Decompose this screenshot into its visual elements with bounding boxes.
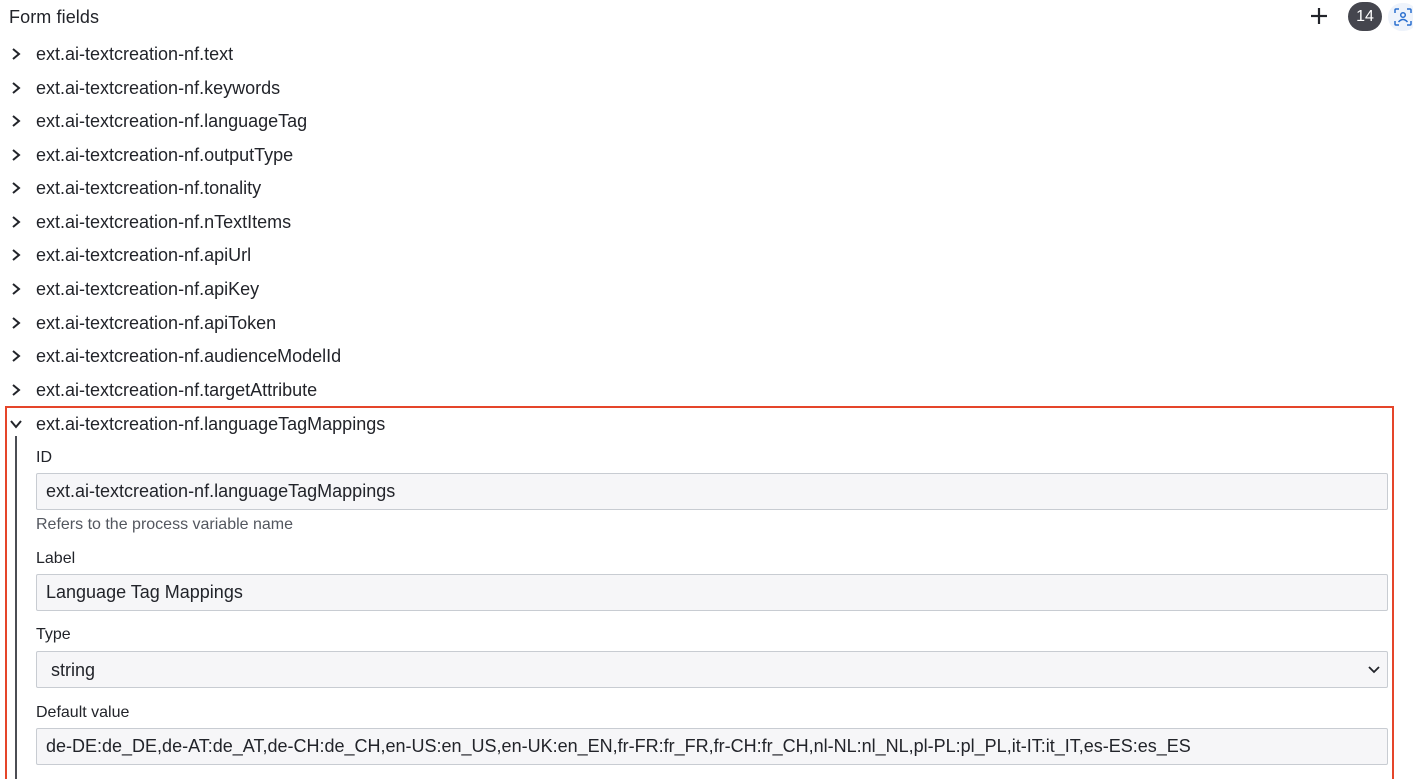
form-field-label: ext.ai-textcreation-nf.tonality <box>36 178 262 198</box>
id-helper-text: Refers to the process variable name <box>36 516 294 533</box>
form-field-item[interactable]: ext.ai-textcreation-nf.text <box>0 39 1400 69</box>
type-select[interactable]: string <box>36 651 1388 688</box>
form-field-label: ext.ai-textcreation-nf.keywords <box>36 78 281 98</box>
chevron-down-icon <box>10 420 22 429</box>
form-field-label: ext.ai-textcreation-nf.apiToken <box>36 313 277 333</box>
type-select-value: string <box>51 660 96 680</box>
id-input[interactable] <box>36 473 1388 510</box>
form-field-label: ext.ai-textcreation-nf.languageTag <box>36 111 308 131</box>
form-field-label: ext.ai-textcreation-nf.apiKey <box>36 279 260 299</box>
form-field-label: ext.ai-textcreation-nf.audienceModelId <box>36 346 342 366</box>
form-field-label: ext.ai-textcreation-nf.apiUrl <box>36 245 252 265</box>
form-field-label: ext.ai-textcreation-nf.targetAttribute <box>36 380 318 400</box>
form-field-item[interactable]: ext.ai-textcreation-nf.languageTag <box>0 106 1400 136</box>
label-input[interactable] <box>36 574 1388 611</box>
form-field-label: ext.ai-textcreation-nf.languageTagMappin… <box>36 414 386 434</box>
id-field-label: ID <box>36 449 52 466</box>
form-field-item[interactable]: ext.ai-textcreation-nf.apiToken <box>0 308 1400 338</box>
chevron-right-icon <box>12 82 21 94</box>
form-field-item[interactable]: ext.ai-textcreation-nf.apiKey <box>0 274 1400 304</box>
chevron-right-icon <box>12 317 21 329</box>
form-field-item[interactable]: ext.ai-textcreation-nf.keywords <box>0 73 1400 103</box>
chevron-right-icon <box>12 149 21 161</box>
form-field-label: ext.ai-textcreation-nf.text <box>36 44 234 64</box>
form-field-item[interactable]: ext.ai-textcreation-nf.audienceModelId <box>0 341 1400 371</box>
panel-header: Form fields 14 <box>0 0 1413 34</box>
focus-scan-button[interactable] <box>1388 3 1413 31</box>
form-field-item[interactable]: ext.ai-textcreation-nf.apiUrl <box>0 240 1400 270</box>
expanded-indent-bar <box>15 436 17 779</box>
field-count-badge: 14 <box>1348 2 1382 31</box>
form-field-label: ext.ai-textcreation-nf.nTextItems <box>36 212 292 232</box>
chevron-right-icon <box>12 182 21 194</box>
panel-title: Form fields <box>9 7 100 27</box>
chevron-right-icon <box>12 216 21 228</box>
chevron-down-icon <box>1368 666 1380 674</box>
form-fields-panel: Form fields 14 ext.ai-textcreation-nf.te… <box>0 0 1413 779</box>
default-value-input[interactable] <box>36 728 1388 765</box>
form-field-item[interactable]: ext.ai-textcreation-nf.outputType <box>0 140 1400 170</box>
focus-scan-icon <box>1394 8 1412 26</box>
form-field-item[interactable]: ext.ai-textcreation-nf.targetAttribute <box>0 375 1400 405</box>
form-field-item[interactable]: ext.ai-textcreation-nf.tonality <box>0 173 1400 203</box>
default-value-field-label: Default value <box>36 704 130 721</box>
chevron-right-icon <box>12 384 21 396</box>
chevron-right-icon <box>12 283 21 295</box>
chevron-right-icon <box>12 115 21 127</box>
type-field-label: Type <box>36 626 71 643</box>
plus-icon <box>1311 8 1327 24</box>
add-form-field-button[interactable] <box>1306 3 1332 29</box>
chevron-right-icon <box>12 350 21 362</box>
form-field-item-expanded[interactable]: ext.ai-textcreation-nf.languageTagMappin… <box>0 409 1400 439</box>
chevron-right-icon <box>12 249 21 261</box>
form-field-label: ext.ai-textcreation-nf.outputType <box>36 145 294 165</box>
form-field-item[interactable]: ext.ai-textcreation-nf.nTextItems <box>0 207 1400 237</box>
chevron-right-icon <box>12 48 21 60</box>
label-field-label: Label <box>36 550 76 567</box>
